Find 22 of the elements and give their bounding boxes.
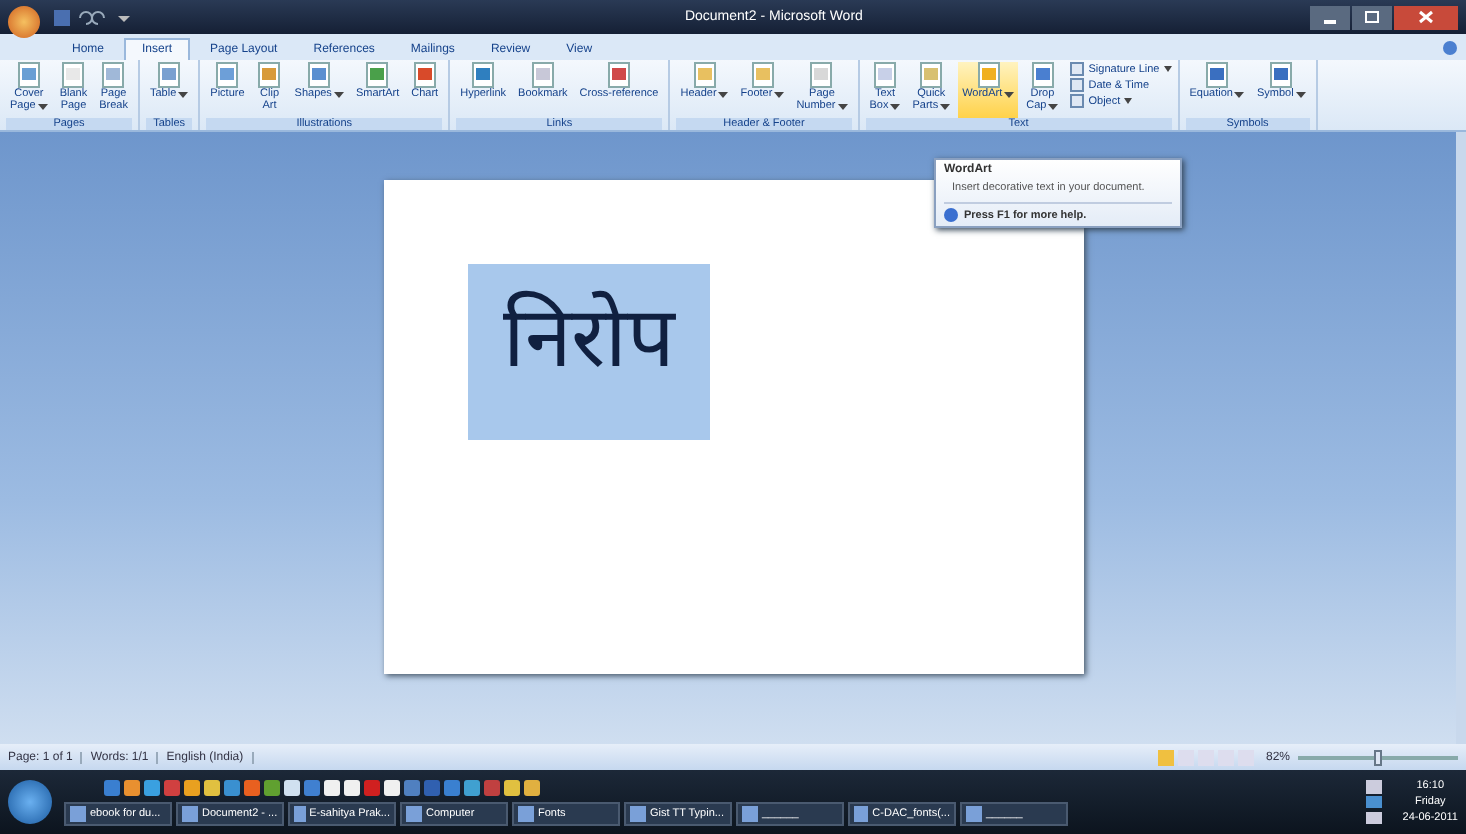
help-icon[interactable] <box>1442 39 1458 55</box>
close-button[interactable] <box>1394 5 1458 29</box>
document-text: निरोप <box>468 264 710 440</box>
window-icon <box>518 805 534 821</box>
window-icon <box>630 805 646 821</box>
help-icon <box>944 208 958 222</box>
vertical-scrollbar[interactable] <box>1456 132 1466 744</box>
maximize-icon <box>1364 10 1380 24</box>
window-icon <box>406 805 422 821</box>
minimize-button[interactable] <box>1310 5 1350 29</box>
quick-access-toolbar-icon[interactable] <box>52 7 132 27</box>
slider-thumb[interactable] <box>1374 749 1382 765</box>
window-icon <box>742 805 758 821</box>
close-icon <box>1418 10 1434 24</box>
window-icon <box>966 805 982 821</box>
window-icon <box>70 805 86 821</box>
maximize-button[interactable] <box>1352 5 1392 29</box>
window-icon <box>182 805 198 821</box>
start-button[interactable] <box>8 780 52 824</box>
window-icon <box>294 805 306 821</box>
office-button[interactable] <box>8 5 40 37</box>
window-icon <box>854 805 869 821</box>
